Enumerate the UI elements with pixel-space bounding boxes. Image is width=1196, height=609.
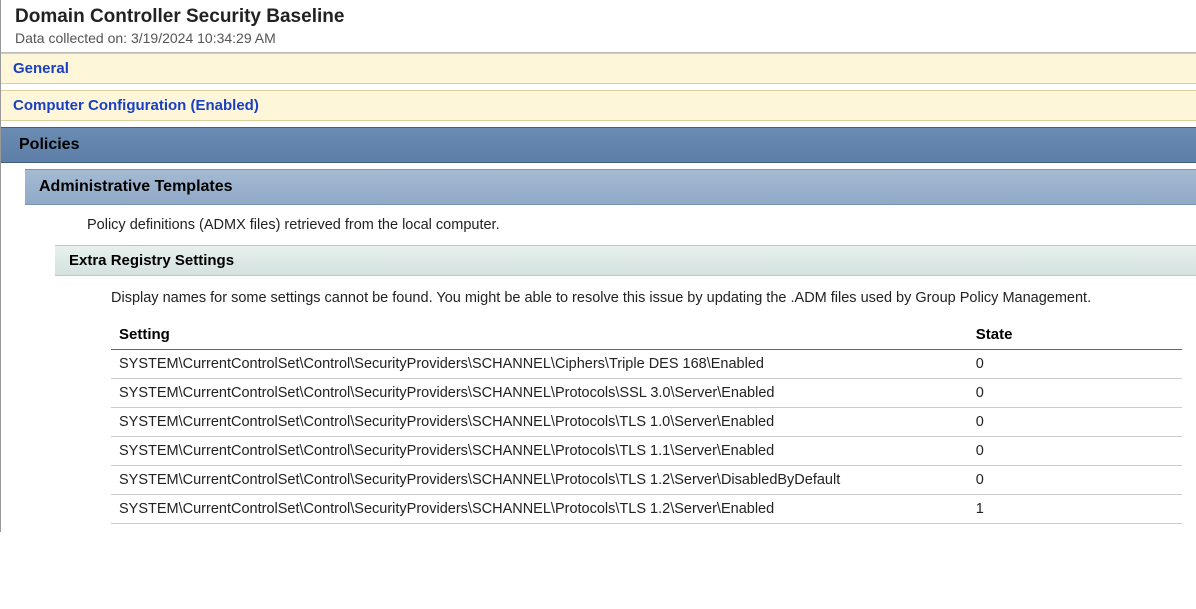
table-row: SYSTEM\CurrentControlSet\Control\Securit… bbox=[111, 379, 1182, 408]
setting-cell: SYSTEM\CurrentControlSet\Control\Securit… bbox=[111, 379, 968, 408]
state-cell: 0 bbox=[968, 350, 1182, 379]
registry-settings-table: Setting State SYSTEM\CurrentControlSet\C… bbox=[111, 320, 1182, 524]
state-cell: 0 bbox=[968, 408, 1182, 437]
state-cell: 0 bbox=[968, 437, 1182, 466]
section-general-label: General bbox=[13, 60, 69, 77]
section-policies[interactable]: Policies bbox=[1, 127, 1196, 163]
section-extra-registry-settings-label: Extra Registry Settings bbox=[69, 252, 234, 269]
setting-cell: SYSTEM\CurrentControlSet\Control\Securit… bbox=[111, 466, 968, 495]
section-administrative-templates[interactable]: Administrative Templates bbox=[25, 169, 1196, 205]
report-header: Domain Controller Security Baseline Data… bbox=[1, 0, 1196, 53]
column-header-state: State bbox=[968, 320, 1182, 350]
policy-definitions-note: Policy definitions (ADMX files) retrieve… bbox=[73, 205, 1196, 245]
display-names-note: Display names for some settings cannot b… bbox=[97, 276, 1196, 312]
table-row: SYSTEM\CurrentControlSet\Control\Securit… bbox=[111, 495, 1182, 524]
section-policies-label: Policies bbox=[19, 136, 79, 153]
section-computer-configuration[interactable]: Computer Configuration (Enabled) bbox=[1, 90, 1196, 121]
state-cell: 0 bbox=[968, 379, 1182, 408]
setting-cell: SYSTEM\CurrentControlSet\Control\Securit… bbox=[111, 408, 968, 437]
collected-on-label: Data collected on: 3/19/2024 10:34:29 AM bbox=[15, 30, 1186, 46]
report-container: Domain Controller Security Baseline Data… bbox=[0, 0, 1196, 532]
table-row: SYSTEM\CurrentControlSet\Control\Securit… bbox=[111, 437, 1182, 466]
page-title: Domain Controller Security Baseline bbox=[15, 6, 1186, 28]
section-general[interactable]: General bbox=[1, 53, 1196, 84]
registry-settings-table-wrapper: Setting State SYSTEM\CurrentControlSet\C… bbox=[97, 312, 1196, 532]
table-row: SYSTEM\CurrentControlSet\Control\Securit… bbox=[111, 408, 1182, 437]
section-computer-configuration-label: Computer Configuration (Enabled) bbox=[13, 97, 259, 114]
table-row: SYSTEM\CurrentControlSet\Control\Securit… bbox=[111, 350, 1182, 379]
setting-cell: SYSTEM\CurrentControlSet\Control\Securit… bbox=[111, 350, 968, 379]
setting-cell: SYSTEM\CurrentControlSet\Control\Securit… bbox=[111, 437, 968, 466]
state-cell: 0 bbox=[968, 466, 1182, 495]
section-administrative-templates-label: Administrative Templates bbox=[39, 178, 233, 195]
setting-cell: SYSTEM\CurrentControlSet\Control\Securit… bbox=[111, 495, 968, 524]
section-extra-registry-settings[interactable]: Extra Registry Settings bbox=[55, 245, 1196, 276]
state-cell: 1 bbox=[968, 495, 1182, 524]
table-row: SYSTEM\CurrentControlSet\Control\Securit… bbox=[111, 466, 1182, 495]
column-header-setting: Setting bbox=[111, 320, 968, 350]
